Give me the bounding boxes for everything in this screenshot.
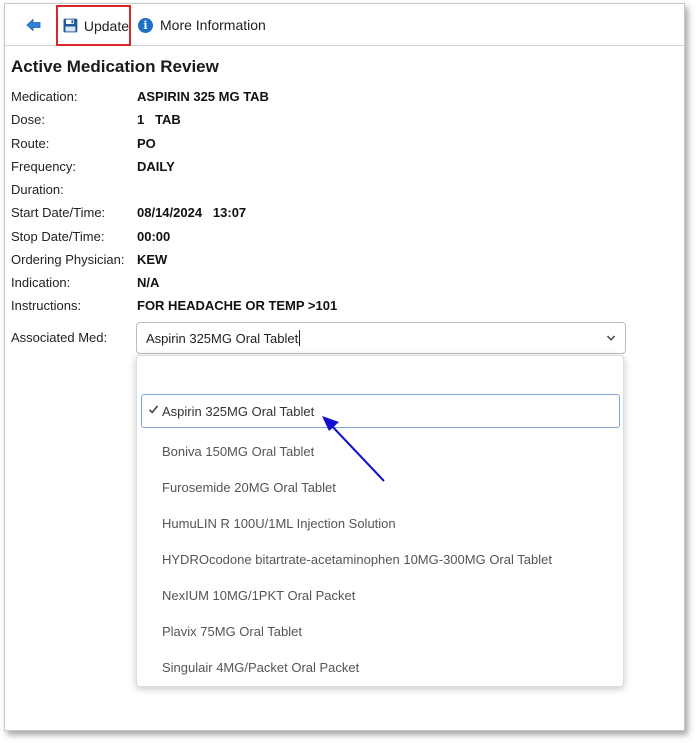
option-label: HYDROcodone bitartrate-acetaminophen 10M… [162, 551, 552, 567]
option-label: HumuLIN R 100U/1ML Injection Solution [162, 515, 396, 531]
indication-value: N/A [137, 275, 160, 290]
option-furosemide[interactable]: Furosemide 20MG Oral Tablet [137, 470, 623, 504]
associated-med-label: Associated Med: [11, 330, 108, 345]
dose-value: 1 TAB [137, 112, 181, 127]
checkmark-icon [149, 405, 159, 414]
route-label: Route: [11, 136, 50, 151]
option-label: Singulair 4MG/Packet Oral Packet [162, 659, 360, 675]
info-icon: i [138, 17, 153, 33]
associated-med-dropdown: Aspirin 325MG Oral Tablet Boniva 150MG O… [136, 355, 624, 687]
option-label: NexIUM 10MG/1PKT Oral Packet [162, 587, 356, 603]
update-button[interactable]: Update [56, 5, 131, 46]
option-plavix[interactable]: Plavix 75MG Oral Tablet [137, 614, 623, 648]
medication-value: ASPIRIN 325 MG TAB [137, 89, 269, 104]
start-datetime-value: 08/14/2024 13:07 [137, 205, 247, 220]
option-label: Aspirin 325MG Oral Tablet [162, 403, 315, 419]
more-information-label: More Information [160, 17, 266, 33]
update-label: Update [83, 17, 129, 34]
route-value: PO [137, 136, 156, 151]
option-label: Boniva 150MG Oral Tablet [162, 443, 315, 459]
duration-label: Duration: [11, 182, 64, 197]
text-cursor [299, 330, 301, 346]
more-information-button[interactable]: i More Information [138, 4, 266, 46]
chevron-down-icon[interactable] [606, 333, 616, 343]
ordering-physician-label: Ordering Physician: [11, 252, 125, 267]
save-disk-icon [63, 18, 78, 33]
back-button[interactable] [19, 4, 49, 46]
associated-med-value: Aspirin 325MG Oral Tablet [146, 330, 299, 346]
back-arrow-icon [26, 18, 41, 32]
option-nexium[interactable]: NexIUM 10MG/1PKT Oral Packet [137, 578, 623, 612]
instructions-value: FOR HEADACHE OR TEMP >101 [137, 298, 338, 313]
toolbar: Update i More Information [5, 4, 684, 46]
option-hydrocodone[interactable]: HYDROcodone bitartrate-acetaminophen 10M… [137, 542, 623, 576]
option-boniva[interactable]: Boniva 150MG Oral Tablet [137, 434, 623, 468]
option-label: Furosemide 20MG Oral Tablet [162, 479, 336, 495]
frequency-label: Frequency: [11, 159, 77, 174]
medication-label: Medication: [11, 89, 78, 104]
stop-datetime-label: Stop Date/Time: [11, 229, 105, 244]
indication-label: Indication: [11, 275, 71, 290]
frequency-value: DAILY [137, 159, 175, 174]
option-singulair[interactable]: Singulair 4MG/Packet Oral Packet [137, 650, 623, 684]
option-humulin[interactable]: HumuLIN R 100U/1ML Injection Solution [137, 506, 623, 540]
option-aspirin[interactable]: Aspirin 325MG Oral Tablet [141, 394, 620, 428]
start-datetime-label: Start Date/Time: [11, 205, 106, 220]
ordering-physician-value: KEW [137, 252, 168, 267]
option-label: Plavix 75MG Oral Tablet [162, 623, 302, 639]
medication-review-window: Update i More Information Active Medicat… [4, 3, 685, 731]
associated-med-select[interactable]: Aspirin 325MG Oral Tablet [136, 322, 626, 354]
instructions-label: Instructions: [11, 298, 82, 313]
page-title: Active Medication Review [11, 57, 219, 76]
stop-datetime-value: 00:00 [137, 229, 171, 244]
dose-label: Dose: [11, 112, 45, 127]
